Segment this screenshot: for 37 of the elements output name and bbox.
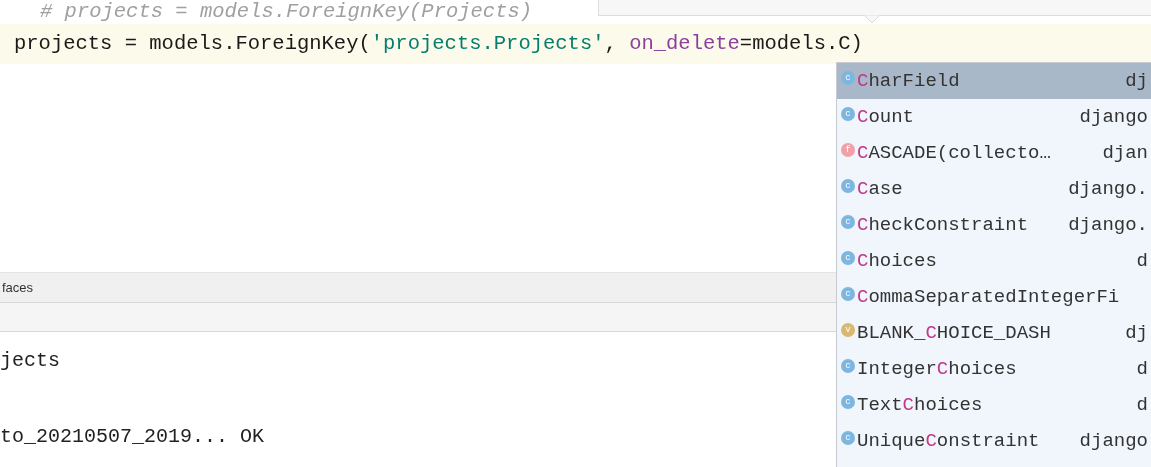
completion-item[interactable]: c Count django (837, 99, 1151, 135)
completion-item[interactable]: c TextChoices d (837, 387, 1151, 423)
item-location: django (1078, 428, 1148, 454)
console-line: to_20210507_2019... OK (0, 424, 265, 450)
item-kind-icon: c (841, 251, 855, 265)
item-kind-icon: v (841, 323, 855, 337)
item-location: django (1078, 104, 1148, 130)
item-kind-icon: c (841, 395, 855, 409)
completion-item[interactable]: c CheckConstraint django. (837, 207, 1151, 243)
item-location: d (1135, 248, 1148, 274)
item-location: dj (1124, 68, 1148, 94)
completion-item[interactable]: c UniqueConstraint django (837, 423, 1151, 459)
item-kind-icon: c (841, 107, 855, 121)
item-location: django. (1067, 176, 1148, 202)
item-location: dj (1124, 320, 1148, 346)
item-kind-icon: c (841, 215, 855, 229)
item-kind-icon: c (841, 179, 855, 193)
item-kind-icon: f (841, 143, 855, 157)
tool-window-tab[interactable]: faces (2, 277, 34, 298)
item-kind-icon: c (841, 359, 855, 373)
console-line: jects (0, 348, 60, 374)
completion-item[interactable]: c IntegerChoices d (837, 351, 1151, 387)
item-kind-icon: c (841, 71, 855, 85)
completion-item[interactable]: c CharField dj (837, 63, 1151, 99)
completion-item[interactable]: v BLANK_CHOICE_DASH dj (837, 315, 1151, 351)
item-location: d (1135, 392, 1148, 418)
item-location: django. (1067, 212, 1148, 238)
item-kind-icon: c (841, 287, 855, 301)
item-location: d (1135, 356, 1148, 382)
item-kind-icon: c (841, 431, 855, 445)
code-comment: # projects = models.ForeignKey(Projects) (40, 1, 533, 23)
completion-item[interactable]: c CommaSeparatedIntegerFi (837, 279, 1151, 315)
item-location: djan (1101, 140, 1148, 166)
completion-item[interactable]: c Choices d (837, 243, 1151, 279)
completion-item[interactable]: f CASCADE(collecto… djan (837, 135, 1151, 171)
completion-item[interactable]: c Case django. (837, 171, 1151, 207)
tooltip-pointer-icon (864, 15, 880, 23)
